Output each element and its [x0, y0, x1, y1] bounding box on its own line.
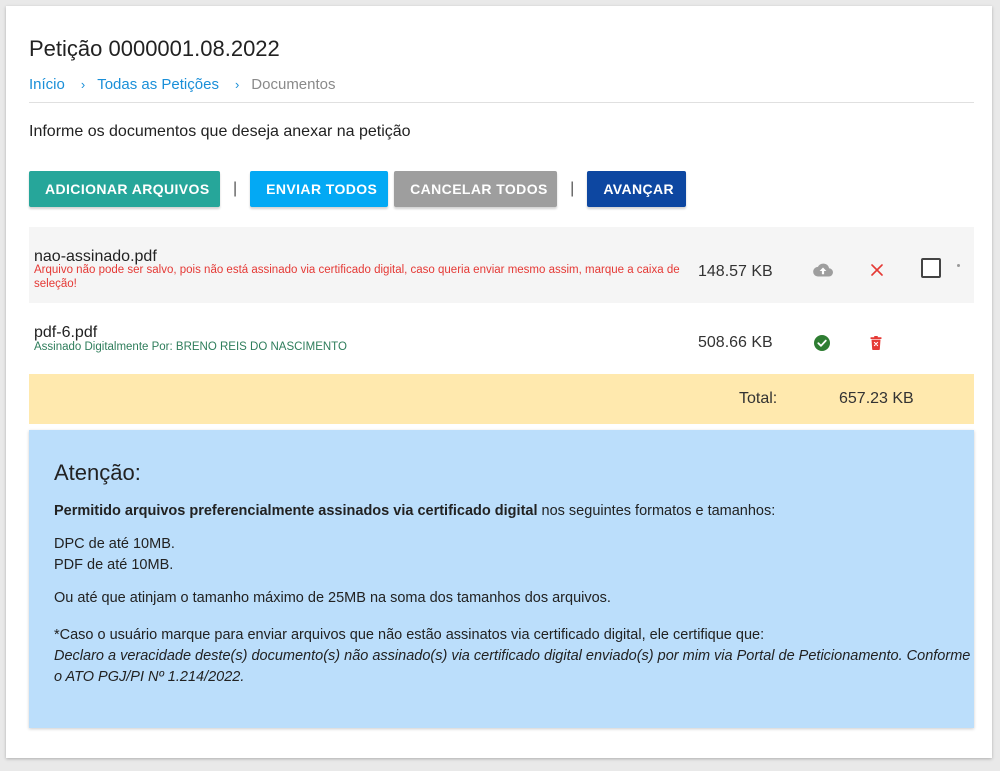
notice-max-total: Ou até que atinjam o tamanho máximo de 2…: [54, 590, 611, 606]
dot-indicator: [957, 264, 960, 267]
next-button[interactable]: Avançar: [587, 171, 687, 207]
notice-intro: Permitido arquivos preferencialmente ass…: [54, 501, 974, 522]
file-row: nao-assinado.pdf Arquivo não pode ser sa…: [29, 227, 974, 303]
cloud-upload-icon[interactable]: [811, 260, 835, 280]
notice-declaration: Declaro a veracidade deste(s) documento(…: [54, 648, 971, 685]
file-signature-message: Assinado Digitalmente Por: BRENO REIS DO…: [34, 341, 347, 353]
page-card: Petição 0000001.08.2022 Início › Todas a…: [6, 6, 992, 758]
notice-title: Atenção:: [54, 460, 141, 485]
breadcrumb-documentos: Documentos: [251, 76, 336, 93]
add-files-button[interactable]: Adicionar arquivos: [29, 171, 220, 207]
breadcrumb: Início › Todas as Petições › Documentos: [29, 76, 336, 93]
page-title: Petição 0000001.08.2022: [29, 36, 280, 61]
notice-intro-bold: Permitido arquivos preferencialmente ass…: [54, 503, 538, 519]
file-row: pdf-6.pdf Assinado Digitalmente Por: BRE…: [29, 303, 974, 369]
cancel-all-button[interactable]: Cancelar todos: [394, 171, 558, 207]
divider: [29, 102, 974, 103]
file-error-message: Arquivo não pode ser salvo, pois não est…: [34, 264, 680, 290]
breadcrumb-inicio[interactable]: Início: [29, 76, 65, 93]
file-size: 148.57 KB: [698, 263, 773, 280]
close-icon[interactable]: [867, 260, 887, 280]
chevron-right-icon: ›: [234, 77, 240, 92]
total-label: Total:: [739, 390, 778, 407]
format-item: PDF de até 10MB.: [54, 557, 174, 573]
check-circle-icon: [813, 334, 831, 352]
format-item: DPC de até 10MB.: [54, 536, 175, 552]
file-size: 508.66 KB: [698, 334, 773, 351]
allow-unsigned-checkbox[interactable]: [920, 257, 942, 279]
attention-notice: Atenção: Permitido arquivos preferencial…: [29, 430, 974, 728]
toolbar-divider: |: [570, 180, 575, 197]
file-list: nao-assinado.pdf Arquivo não pode ser sa…: [29, 227, 974, 369]
trash-icon[interactable]: [867, 334, 885, 352]
total-bar: Total: 657.23 KB: [29, 374, 974, 424]
instructions-text: Informe os documentos que deseja anexar …: [29, 123, 411, 140]
total-value: 657.23 KB: [839, 390, 914, 407]
toolbar-divider: |: [233, 180, 238, 197]
notice-intro-rest: nos seguintes formatos e tamanhos:: [537, 503, 776, 519]
chevron-right-icon: ›: [80, 77, 86, 92]
toolbar: Adicionar arquivos | Enviar todos Cancel…: [29, 171, 687, 207]
notice-disclaimer: *Caso o usuário marque para enviar arqui…: [54, 627, 765, 643]
breadcrumb-todas-peticoes[interactable]: Todas as Petições: [97, 76, 219, 93]
send-all-button[interactable]: Enviar todos: [250, 171, 389, 207]
file-name: pdf-6.pdf: [34, 324, 98, 341]
